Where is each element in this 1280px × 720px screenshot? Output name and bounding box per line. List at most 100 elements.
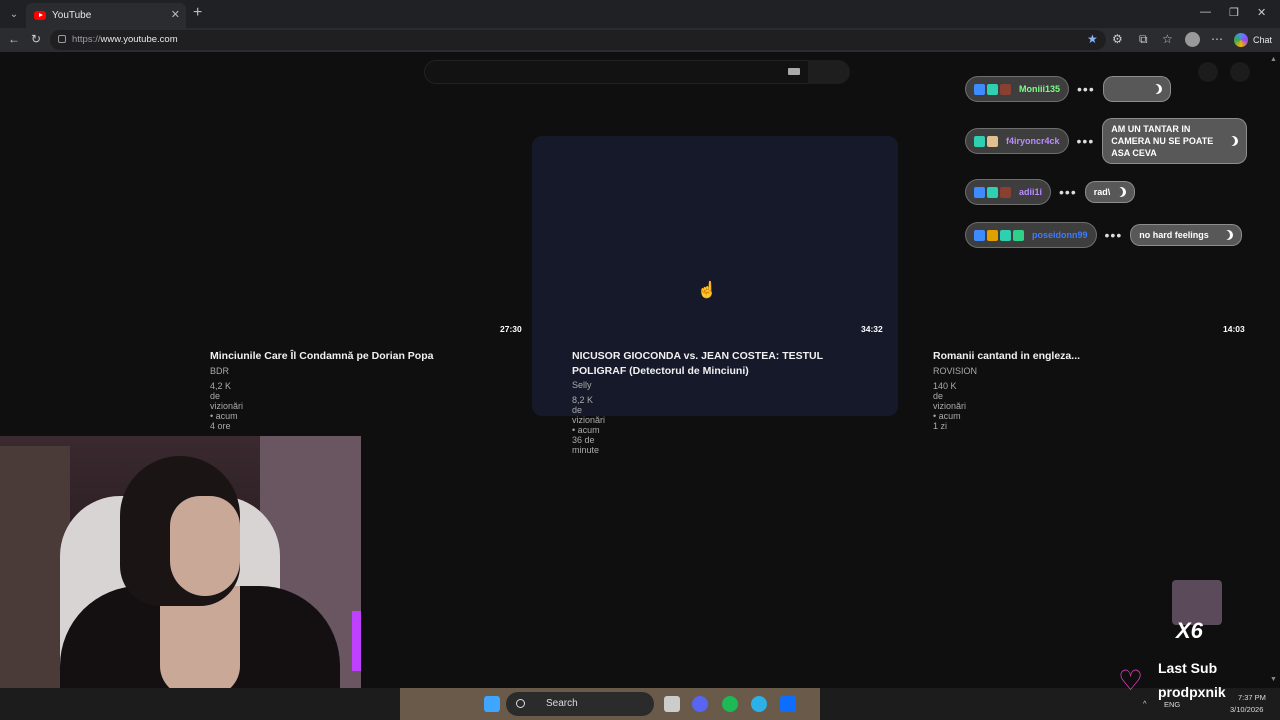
badge-icon bbox=[974, 229, 985, 241]
hand-cursor-icon: ☝ bbox=[697, 282, 717, 299]
moon-icon bbox=[1228, 136, 1238, 146]
restore-button[interactable]: ❐ bbox=[1229, 6, 1239, 19]
app-icon[interactable] bbox=[780, 696, 796, 712]
chat-text: AM UN TANTAR IN CAMERA NU SE POATE ASA C… bbox=[1111, 124, 1214, 158]
clock-date[interactable]: 3/10/2026 bbox=[1230, 705, 1263, 714]
chat-message: f4iryoncr4ck ••• AM UN TANTAR IN CAMERA … bbox=[965, 118, 1248, 164]
video-title[interactable]: NICUSOR GIOCONDA vs. JEAN COSTEA: TESTUL… bbox=[572, 349, 872, 379]
taskbar-search-box[interactable]: Search bbox=[506, 692, 654, 716]
moon-icon bbox=[1116, 187, 1126, 197]
chat-username-pill: poseidonn99 bbox=[965, 222, 1097, 248]
tab-list-chevron-icon[interactable]: ⌄ bbox=[0, 0, 28, 28]
chat-username-pill: adii1i bbox=[965, 179, 1052, 205]
badge-icon bbox=[987, 229, 998, 241]
profile-avatar-icon[interactable] bbox=[1185, 32, 1200, 47]
video-channel[interactable]: BDR bbox=[210, 366, 229, 376]
chat-message: Moniii135 ••• bbox=[965, 76, 1171, 102]
video-duration: 27:30 bbox=[500, 324, 522, 334]
tab-title: YouTube bbox=[52, 10, 92, 21]
scroll-down-icon[interactable]: ▼ bbox=[1270, 676, 1277, 683]
scroll-up-icon[interactable]: ▲ bbox=[1270, 56, 1277, 63]
header-round-button[interactable] bbox=[1230, 62, 1250, 82]
video-channel[interactable]: ROVISION bbox=[933, 366, 977, 376]
chat-message: poseidonn99 ••• no hard feelings bbox=[965, 222, 1243, 248]
more-menu-icon[interactable]: ⋯ bbox=[1211, 32, 1223, 46]
chat-username: adii1i bbox=[1019, 187, 1043, 197]
more-dots-icon: ••• bbox=[1076, 133, 1095, 149]
search-button[interactable] bbox=[808, 60, 850, 84]
video-channel[interactable]: Selly bbox=[572, 380, 592, 390]
chat-username-pill: f4iryoncr4ck bbox=[965, 128, 1069, 154]
moon-icon bbox=[1152, 84, 1162, 94]
badge-icon bbox=[1000, 186, 1011, 198]
extensions-icon[interactable]: ⚙ bbox=[1112, 32, 1123, 46]
badge-icon bbox=[974, 83, 985, 95]
search-icon bbox=[516, 699, 525, 708]
last-sub-name: prodpxnik bbox=[1158, 684, 1226, 700]
clock-time[interactable]: 7:37 PM bbox=[1238, 693, 1266, 702]
badge-icon bbox=[974, 186, 985, 198]
video-title[interactable]: Minciunile Care Îl Condamnă pe Dorian Po… bbox=[210, 349, 510, 364]
video-meta: 8,2 K de vizionări • acum 36 de minute bbox=[572, 395, 606, 455]
refresh-icon[interactable]: ↻ bbox=[31, 32, 41, 46]
cam-rgb-light bbox=[352, 611, 361, 671]
youtube-favicon-icon bbox=[34, 11, 46, 20]
cam-person-face bbox=[170, 496, 240, 596]
new-tab-button[interactable]: + bbox=[193, 4, 202, 22]
split-screen-icon[interactable]: ⧉ bbox=[1139, 32, 1148, 47]
chat-text: no hard feelings bbox=[1139, 230, 1209, 240]
heart-icon: ♡ bbox=[1118, 665, 1144, 696]
video-duration: 34:32 bbox=[861, 324, 883, 334]
chat-bubble bbox=[1102, 76, 1171, 102]
address-bar[interactable]: https://www.youtube.com bbox=[50, 30, 1106, 50]
edge-icon[interactable] bbox=[751, 696, 767, 712]
more-dots-icon: ••• bbox=[1104, 227, 1123, 243]
minimize-button[interactable]: — bbox=[1200, 6, 1211, 18]
copilot-icon[interactable] bbox=[1234, 33, 1248, 47]
badge-icon bbox=[987, 186, 998, 198]
sub-multiplier: X6 bbox=[1176, 618, 1203, 643]
header-round-button[interactable] bbox=[1198, 62, 1218, 82]
video-meta: 4,2 K de vizionări • acum 4 ore bbox=[210, 381, 244, 431]
badge-icon bbox=[987, 83, 998, 95]
chat-username: f4iryoncr4ck bbox=[1006, 136, 1060, 146]
badge-icon bbox=[1000, 229, 1011, 241]
chat-bubble: rad\ bbox=[1084, 181, 1136, 203]
last-sub-label: Last Sub bbox=[1158, 660, 1218, 676]
spotify-icon[interactable] bbox=[722, 696, 738, 712]
url-scheme: https:// bbox=[72, 34, 101, 45]
more-dots-icon: ••• bbox=[1077, 81, 1095, 97]
moon-icon bbox=[1223, 230, 1233, 240]
badge-icon bbox=[987, 135, 998, 147]
video-meta: 140 K de vizionări • acum 1 zi bbox=[933, 381, 967, 431]
close-window-button[interactable]: ✕ bbox=[1257, 6, 1266, 19]
video-title[interactable]: Romanii cantand in engleza... bbox=[933, 349, 1233, 364]
chat-username-pill: Moniii135 bbox=[965, 76, 1070, 102]
tab-youtube[interactable]: YouTube ✕ bbox=[26, 3, 186, 28]
task-view-icon[interactable] bbox=[664, 696, 680, 712]
copilot-chat-label[interactable]: Chat bbox=[1253, 35, 1272, 45]
tray-chevron-icon[interactable]: ^ bbox=[1143, 699, 1147, 708]
favorites-icon[interactable]: ☆ bbox=[1162, 32, 1173, 46]
url-host: www.youtube.com bbox=[100, 34, 178, 45]
language-indicator[interactable]: ENG bbox=[1164, 700, 1180, 709]
chat-bubble: AM UN TANTAR IN CAMERA NU SE POATE ASA C… bbox=[1102, 118, 1248, 164]
site-info-icon[interactable] bbox=[58, 35, 66, 43]
tab-close-icon[interactable]: ✕ bbox=[171, 8, 180, 21]
chat-username: poseidonn99 bbox=[1032, 230, 1088, 240]
windows-taskbar: Search ^ ENG 7:37 PM 3/10/2026 bbox=[0, 688, 1280, 720]
chat-text: rad\ bbox=[1093, 187, 1111, 197]
windows-start-icon[interactable] bbox=[484, 696, 500, 712]
webcam-overlay bbox=[0, 436, 361, 720]
address-toolbar: ← ↻ https://www.youtube.com ★ ⚙ ⧉ ☆ ⋯ bbox=[0, 28, 1280, 52]
page-scrollbar[interactable]: ▲ ▼ bbox=[1268, 52, 1280, 688]
search-input[interactable] bbox=[424, 60, 810, 84]
keyboard-icon[interactable] bbox=[788, 68, 800, 75]
badge-icon bbox=[1013, 229, 1024, 241]
back-arrow-icon[interactable]: ← bbox=[8, 32, 20, 46]
more-dots-icon: ••• bbox=[1059, 184, 1077, 200]
chat-message: adii1i ••• rad\ bbox=[965, 179, 1136, 205]
discord-icon[interactable] bbox=[692, 696, 708, 712]
chat-username: Moniii135 bbox=[1019, 84, 1061, 94]
favorite-star-icon[interactable]: ★ bbox=[1087, 32, 1098, 46]
